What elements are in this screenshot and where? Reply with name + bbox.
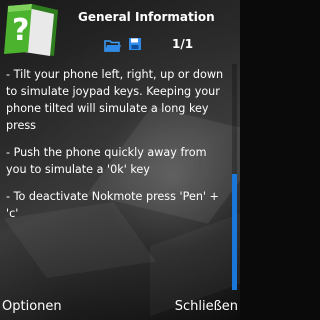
- scrollbar-thumb[interactable]: [232, 174, 237, 290]
- help-paragraph: - Push the phone quickly away from you t…: [6, 146, 207, 176]
- header: ? General Information 1/1: [0, 0, 240, 62]
- scrollbar[interactable]: [232, 64, 237, 290]
- folder-icon: [104, 40, 121, 52]
- save-icon: [129, 38, 141, 50]
- page-indicator: 1/1: [172, 37, 194, 51]
- close-softkey[interactable]: Schließen: [175, 299, 238, 314]
- options-softkey[interactable]: Optionen: [2, 299, 62, 314]
- screen: ? General Information 1/1 - Tilt your ph…: [0, 0, 240, 320]
- help-paragraph: - To deactivate Nokmote press 'Pen' + 'c…: [6, 190, 219, 220]
- help-paragraph: - Tilt your phone left, right, up or dow…: [6, 68, 224, 132]
- page-title: General Information: [78, 10, 215, 24]
- help-content[interactable]: - Tilt your phone left, right, up or dow…: [6, 66, 228, 232]
- svg-text:?: ?: [12, 13, 29, 48]
- help-book-icon: ?: [4, 4, 58, 56]
